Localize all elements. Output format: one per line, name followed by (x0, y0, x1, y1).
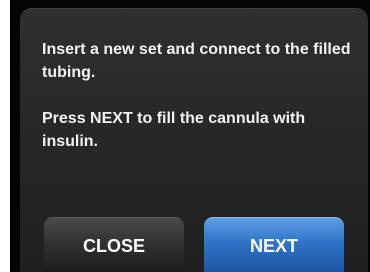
close-button[interactable]: CLOSE (44, 217, 184, 272)
dialog-message: Insert a new set and connect to the fill… (42, 38, 354, 176)
instruction-text-fill: Press NEXT to fill the cannula with insu… (42, 110, 306, 150)
close-button-label: CLOSE (82, 235, 145, 256)
next-button-label: NEXT (249, 235, 298, 256)
next-button[interactable]: NEXT (204, 217, 344, 272)
instruction-text-connect: Insert a new set and connect to the fill… (42, 41, 351, 81)
